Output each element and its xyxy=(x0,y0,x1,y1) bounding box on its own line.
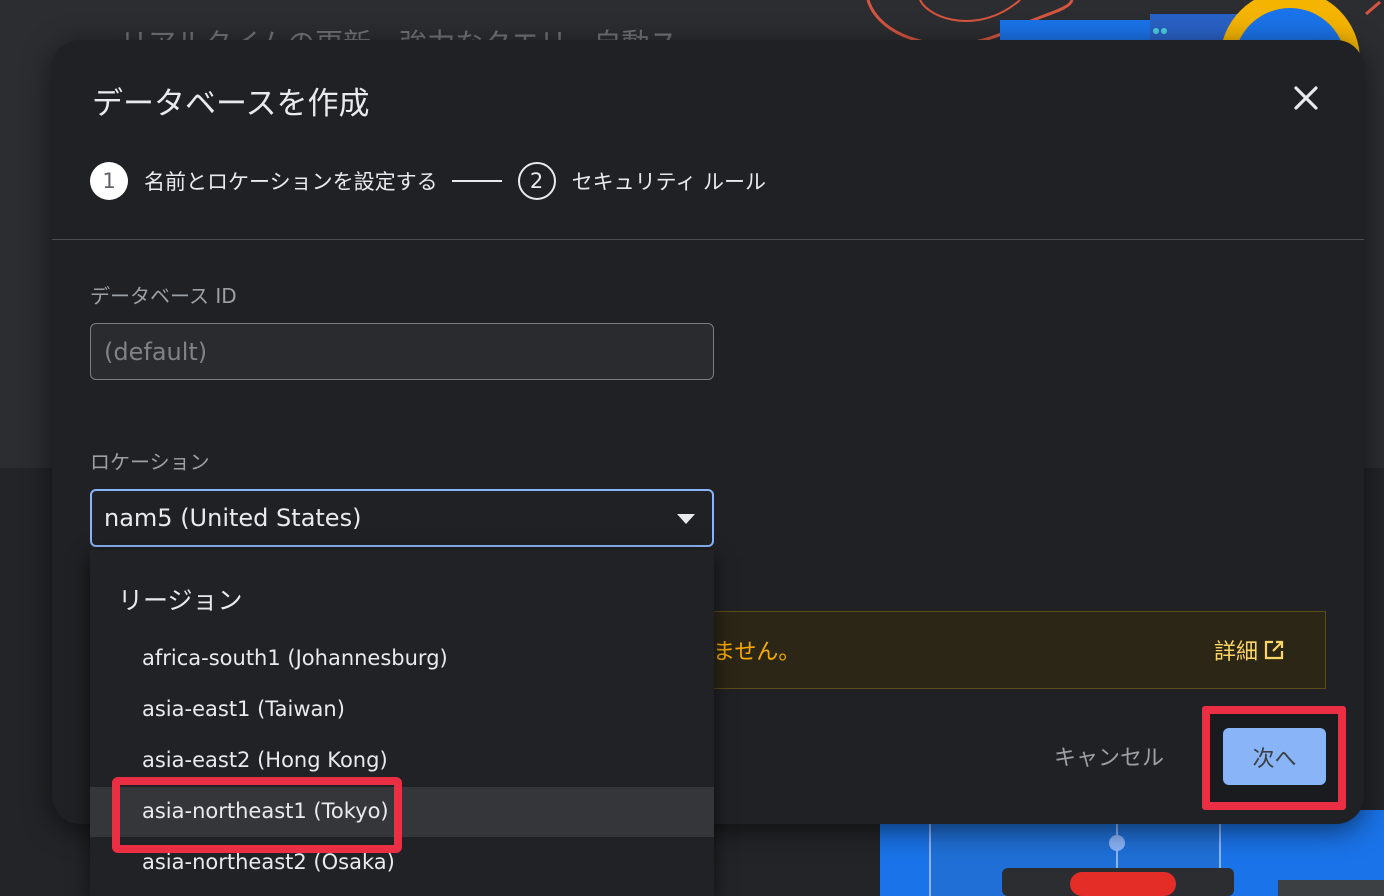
option-label: asia-northeast2 (Osaka) xyxy=(142,850,395,874)
details-link[interactable]: 詳細 xyxy=(1214,634,1284,666)
step-2-indicator: 2 xyxy=(517,162,556,200)
open-in-new-icon xyxy=(1264,640,1284,660)
header-divider xyxy=(52,239,1364,240)
option-label: asia-east1 (Taiwan) xyxy=(142,697,345,721)
arrow-drop-down-icon xyxy=(677,514,695,524)
location-option[interactable]: asia-east2 (Hong Kong) xyxy=(90,736,714,786)
stepper: 1 名前とロケーションを設定する 2 セキュリティ ルール xyxy=(90,160,766,202)
dropdown-group-label: リージョン xyxy=(118,586,243,615)
location-warning-banner: ません。 詳細 xyxy=(672,611,1326,689)
details-link-label: 詳細 xyxy=(1214,640,1259,665)
cancel-button[interactable]: キャンセル xyxy=(1042,728,1176,784)
location-label: ロケーション xyxy=(90,450,210,474)
option-label: asia-east2 (Hong Kong) xyxy=(142,748,388,772)
dialog-title: データベースを作成 xyxy=(92,86,370,122)
location-select[interactable]: nam5 (United States) xyxy=(90,489,714,547)
option-label: asia-northeast1 (Tokyo) xyxy=(142,799,389,823)
location-option[interactable]: asia-northeast2 (Osaka) xyxy=(90,838,714,888)
step-2-label: セキュリティ ルール xyxy=(571,170,767,194)
step-connector xyxy=(451,180,502,182)
location-dropdown-menu: リージョン africa-south1 (Johannesburg) asia-… xyxy=(90,550,714,896)
close-icon[interactable] xyxy=(1288,80,1324,116)
location-selected-value: nam5 (United States) xyxy=(104,504,362,532)
next-button[interactable]: 次へ xyxy=(1223,728,1326,785)
database-id-input[interactable] xyxy=(90,323,714,380)
option-label: africa-south1 (Johannesburg) xyxy=(142,646,448,670)
warning-text: ません。 xyxy=(713,640,801,665)
location-option[interactable]: africa-south1 (Johannesburg) xyxy=(90,634,714,684)
step-1-label: 名前とロケーションを設定する xyxy=(144,170,438,194)
step-1-indicator: 1 xyxy=(90,162,128,200)
database-id-label: データベース ID xyxy=(90,284,237,308)
location-option[interactable]: asia-east1 (Taiwan) xyxy=(90,685,714,735)
location-option-tokyo[interactable]: asia-northeast1 (Tokyo) xyxy=(90,787,714,837)
